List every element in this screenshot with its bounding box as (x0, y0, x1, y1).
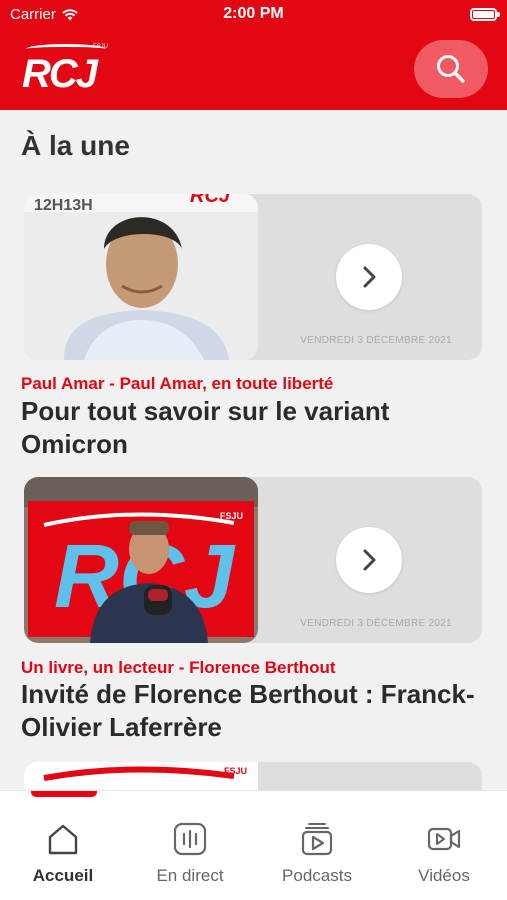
article-card[interactable]: 12H13H RCJ VENDREDI 3 DÉCEMBRE 2021 (24, 194, 482, 360)
tab-label: Vidéos (418, 866, 470, 885)
rcj-logo[interactable]: FSJU RCJ (22, 44, 108, 96)
article-show[interactable]: Paul Amar - Paul Amar, en toute liberté (21, 374, 333, 394)
search-icon (437, 55, 465, 83)
home-icon (48, 824, 78, 855)
article-card[interactable]: RCJ FSJU VENDREDI 3 DÉCEMBRE 2021 (24, 477, 482, 643)
tab-label: Podcasts (282, 866, 352, 885)
article-show[interactable]: Un livre, un lecteur - Florence Berthout (21, 658, 336, 678)
chevron-right-icon (363, 549, 376, 571)
thumb-badge: 12H13H (34, 197, 93, 214)
open-article-button[interactable] (336, 244, 402, 310)
live-radio-icon (173, 822, 207, 856)
battery-icon (470, 8, 500, 21)
search-button[interactable] (414, 40, 488, 98)
article-date: VENDREDI 3 DÉCEMBRE 2021 (300, 618, 452, 629)
chevron-right-icon (363, 266, 376, 288)
article-thumbnail: RCJ FSJU (24, 477, 258, 643)
thumb-brand: RCJ (190, 194, 231, 207)
status-bar: Carrier 2:00 PM (0, 0, 507, 30)
video-icon (427, 827, 461, 851)
podcast-icon (301, 823, 333, 856)
tab-accueil[interactable]: Accueil (0, 791, 126, 900)
logo-fsju: FSJU (93, 44, 108, 50)
status-time: 2:00 PM (223, 5, 284, 22)
article-title[interactable]: Invité de Florence Berthout : Franck-Oli… (21, 678, 491, 744)
section-title: À la une (21, 130, 130, 161)
article-title[interactable]: Pour tout savoir sur le variant Omicron (21, 395, 491, 461)
article-thumbnail: 12H13H RCJ (24, 194, 258, 360)
article-date: VENDREDI 3 DÉCEMBRE 2021 (300, 335, 452, 346)
tab-label: En direct (156, 866, 224, 885)
tab-videos[interactable]: Vidéos (381, 791, 507, 900)
thumb-fsju: FSJU (220, 511, 243, 521)
app-header: Carrier 2:00 PM FSJU RCJ (0, 0, 507, 110)
open-article-button[interactable] (336, 527, 402, 593)
tab-label: Accueil (32, 866, 94, 885)
tab-en-direct[interactable]: En direct (127, 791, 253, 900)
logo-wordmark: RCJ (22, 52, 98, 96)
active-tab-indicator (31, 791, 97, 797)
thumb-fsju: FSJU (224, 766, 247, 776)
tab-bar: Accueil En direct Podcasts Vidéos (0, 790, 507, 900)
tab-podcasts[interactable]: Podcasts (254, 791, 380, 900)
